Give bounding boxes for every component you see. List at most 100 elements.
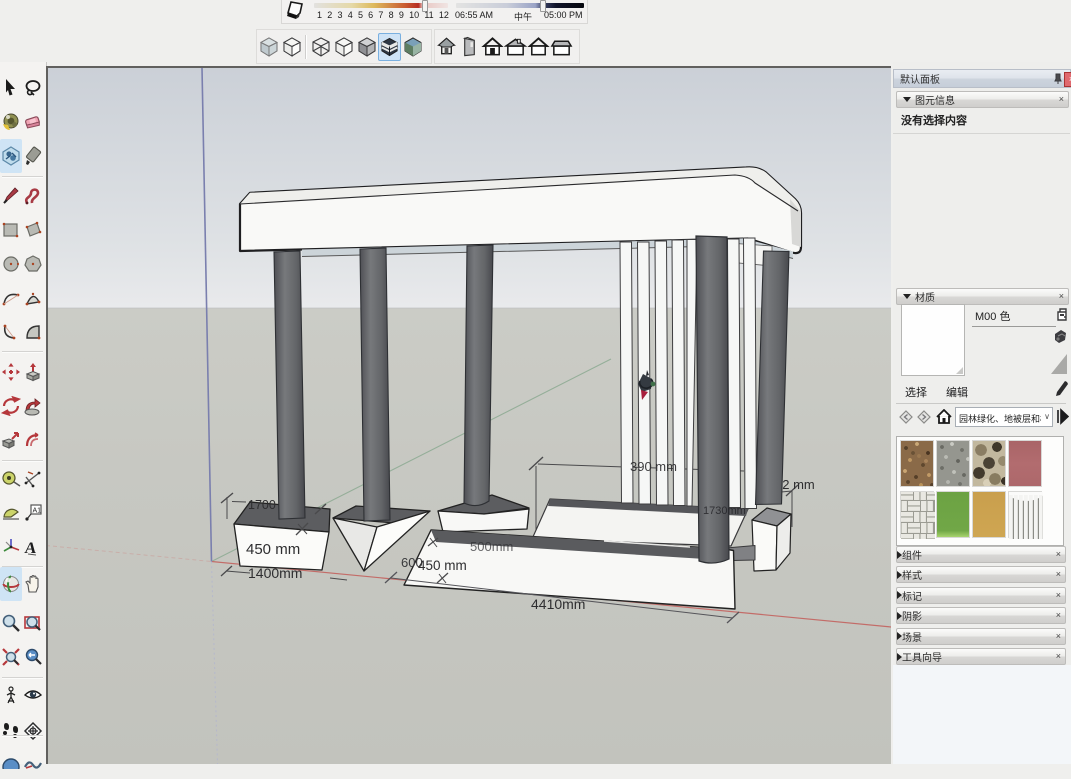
gravel-texture-swatch[interactable]	[936, 440, 970, 487]
right-view-button[interactable]	[504, 33, 527, 61]
zoom-tool[interactable]	[0, 606, 22, 640]
zoom-extents-tool[interactable]	[0, 640, 22, 674]
collection-dropdown[interactable]: 园林绿化、地被层和植被 ∨	[955, 407, 1053, 427]
rotate-tool[interactable]	[0, 389, 22, 423]
section-0-header[interactable]: 组件×	[896, 546, 1066, 563]
material-name-field[interactable]	[972, 306, 1056, 327]
section-close-icon[interactable]: ×	[1056, 652, 1061, 661]
axes-tool[interactable]	[0, 530, 22, 564]
rotated-rectangle-tool[interactable]	[22, 213, 44, 247]
ochre-color-swatch[interactable]	[972, 491, 1006, 538]
secondary-pane-icon[interactable]	[1056, 307, 1068, 321]
walk-tool[interactable]	[0, 714, 22, 748]
column-1[interactable]	[274, 251, 305, 519]
viewport[interactable]: 42 mm 1700 450 mm	[46, 66, 891, 764]
section-close-icon[interactable]: ×	[1056, 591, 1061, 600]
rock-texture-swatch[interactable]	[972, 440, 1006, 487]
wireframe-button[interactable]	[309, 33, 332, 61]
pie-tool[interactable]	[22, 315, 44, 349]
back-arrow-icon[interactable]	[899, 410, 913, 424]
push-pull-tool[interactable]	[22, 355, 44, 389]
orbit-tool[interactable]	[0, 567, 22, 601]
back-view-button[interactable]	[527, 33, 550, 61]
left-view-button[interactable]	[550, 33, 573, 61]
freehand-tool[interactable]	[22, 179, 44, 213]
column-3[interactable]	[464, 245, 493, 506]
top-view-button[interactable]	[458, 33, 481, 61]
look-around-tool[interactable]	[22, 678, 44, 712]
eraser-tool[interactable]	[22, 105, 44, 139]
fence-texture-swatch[interactable]	[1008, 491, 1042, 538]
xray-mode-button[interactable]	[257, 33, 280, 61]
section-close-icon[interactable]: ×	[1056, 611, 1061, 620]
line-tool[interactable]	[0, 179, 22, 213]
section-plane-tool[interactable]	[22, 714, 44, 748]
tab-select[interactable]: 选择	[905, 384, 927, 400]
panel-titlebar[interactable]: 默认面板 ×	[893, 69, 1071, 88]
preview-resize-grip[interactable]	[956, 367, 963, 374]
home-icon[interactable]	[936, 409, 952, 424]
section-1-header[interactable]: 样式×	[896, 566, 1066, 583]
shaded-button[interactable]	[355, 33, 378, 61]
zoom-window-tool[interactable]	[22, 606, 44, 640]
materials-header[interactable]: 材质 ×	[896, 288, 1069, 305]
shadow-toggle-icon[interactable]	[283, 0, 309, 21]
protractor-tool[interactable]	[0, 496, 22, 530]
dimension-tool[interactable]	[22, 462, 44, 496]
entity-info-close-icon[interactable]: ×	[1059, 95, 1064, 104]
arc-tool[interactable]	[0, 281, 22, 315]
tab-edit[interactable]: 编辑	[946, 384, 968, 400]
materials-close-icon[interactable]: ×	[1059, 292, 1064, 301]
section-4-header[interactable]: 场景×	[896, 628, 1066, 645]
section-3-header[interactable]: 阴影×	[896, 607, 1066, 624]
lasso-tool[interactable]	[22, 71, 44, 105]
paver-texture-swatch[interactable]	[900, 491, 934, 538]
two-point-arc-tool[interactable]	[22, 281, 44, 315]
hidden-line-button[interactable]	[332, 33, 355, 61]
front-view-button[interactable]	[481, 33, 504, 61]
three-point-arc-tool[interactable]	[0, 315, 22, 349]
make-component-tool[interactable]	[0, 139, 22, 173]
polygon-tool[interactable]	[22, 247, 44, 281]
sample-paint-dropper-icon[interactable]	[1055, 380, 1069, 398]
move-tool[interactable]	[0, 355, 22, 389]
grass-green-color-swatch[interactable]	[936, 491, 970, 538]
partial-tool-a[interactable]	[0, 745, 22, 779]
baluster[interactable]	[728, 239, 741, 508]
section-close-icon[interactable]: ×	[1056, 550, 1061, 559]
back-edges-button[interactable]	[280, 33, 303, 61]
entity-info-header[interactable]: 图元信息 ×	[896, 91, 1069, 108]
zoom-previous-tool[interactable]	[22, 640, 44, 674]
forward-arrow-icon[interactable]	[917, 410, 931, 424]
pan-tool[interactable]	[22, 567, 44, 601]
3d-text-tool[interactable]: A	[22, 530, 44, 564]
partial-tool-b[interactable]	[22, 745, 44, 779]
column-2[interactable]	[360, 248, 390, 521]
position-camera-tool[interactable]	[0, 678, 22, 712]
section-2-header[interactable]: 标记×	[896, 587, 1066, 604]
baluster[interactable]	[744, 238, 757, 509]
create-material-icon[interactable]	[1053, 328, 1068, 344]
iso-view-button[interactable]	[435, 33, 458, 61]
shadow-time-slider[interactable]	[456, 3, 584, 8]
section-close-icon[interactable]: ×	[1056, 632, 1061, 641]
tape-measure-tool[interactable]	[0, 462, 22, 496]
material-preview[interactable]	[901, 304, 965, 376]
rectangle-tool[interactable]	[0, 213, 22, 247]
section-5-header[interactable]: 工具向导×	[896, 648, 1066, 665]
shaded-with-textures-button[interactable]	[378, 33, 401, 61]
monochrome-button[interactable]	[401, 33, 424, 61]
select-tool[interactable]	[0, 71, 22, 105]
follow-me-tool[interactable]	[22, 389, 44, 423]
panel-close-button[interactable]: ×	[1064, 72, 1071, 87]
scale-tool[interactable]	[0, 423, 22, 457]
text-tool[interactable]: A1	[22, 496, 44, 530]
mulch-texture-swatch[interactable]	[900, 440, 934, 487]
offset-tool[interactable]	[22, 423, 44, 457]
section-close-icon[interactable]: ×	[1056, 570, 1061, 579]
pin-icon[interactable]	[1054, 73, 1062, 85]
details-icon[interactable]	[1057, 408, 1069, 425]
paint-bucket-tool[interactable]	[0, 105, 22, 139]
rose-color-swatch[interactable]	[1008, 440, 1042, 487]
material-sampler-tool[interactable]	[22, 139, 44, 173]
